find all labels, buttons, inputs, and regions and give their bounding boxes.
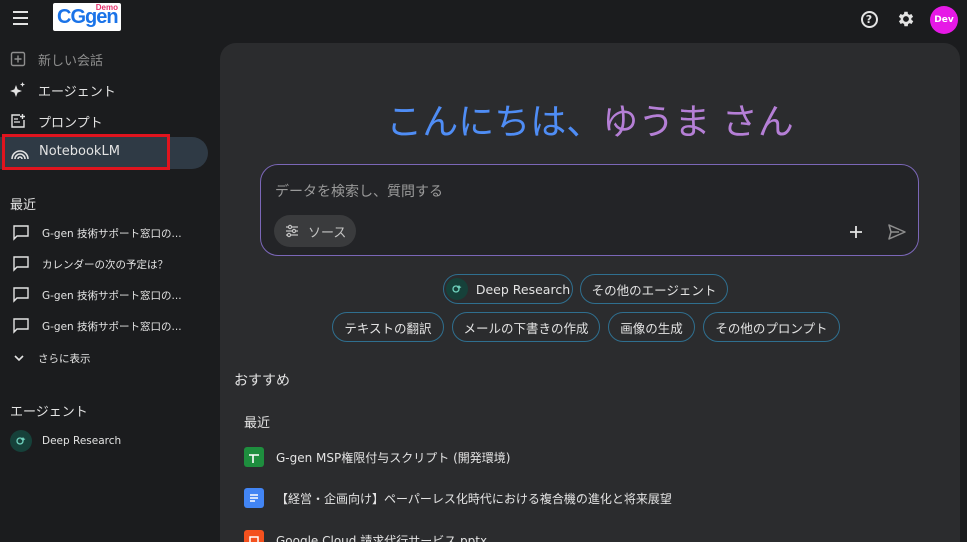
chip-deep-research[interactable]: Deep Research	[443, 274, 573, 304]
chat-icon	[13, 225, 29, 241]
main-panel: こんにちは、ゆうま さん ソース Deep Research その他のエージェン…	[220, 43, 960, 542]
chevron-down-icon	[14, 355, 24, 362]
agent-label: Deep Research	[42, 435, 122, 447]
agents-title: エージェント	[10, 405, 88, 420]
new-chat-button[interactable]: 新しい会話	[8, 45, 103, 73]
new-chat-icon	[8, 49, 28, 69]
help-icon[interactable]: ?	[858, 8, 880, 30]
source-label: ソース	[308, 225, 347, 241]
file-name: Google Cloud 請求代行サービス.pptx	[276, 533, 488, 542]
plus-icon[interactable]	[845, 221, 867, 243]
chat-title: カレンダーの次の予定は？	[42, 258, 168, 271]
tune-icon	[286, 224, 298, 238]
greeting: こんにちは、ゆうま さん	[220, 93, 960, 145]
logo[interactable]: CGgen Demo	[53, 3, 121, 31]
menu-icon[interactable]	[10, 8, 32, 28]
chip-label: 画像の生成	[620, 320, 683, 336]
chip-draft-email[interactable]: メールの下書きの作成	[452, 312, 600, 342]
deep-research-icon	[10, 430, 32, 452]
sidebar: 新しい会話 エージェント プロンプト NotebookLM 最近 G-gen 技…	[0, 40, 218, 542]
recent-chat-item[interactable]: G-gen 技術サポート窓口の...	[12, 283, 212, 307]
deep-research-icon	[445, 278, 468, 300]
chat-icon	[13, 256, 29, 272]
chip-label: Deep Research	[475, 281, 571, 297]
nav-label: プロンプト	[38, 115, 103, 131]
chat-title: G-gen 技術サポート窓口の...	[42, 227, 182, 240]
sparkle-icon	[8, 80, 28, 100]
greeting-name: ゆうま さん	[602, 102, 794, 143]
recommend-title: おすすめ	[234, 373, 290, 389]
show-more-label: さらに表示	[38, 352, 91, 365]
prompt-icon	[8, 111, 28, 131]
avatar[interactable]: Dev	[930, 6, 958, 34]
source-button[interactable]: ソース	[274, 215, 356, 247]
chip-translate[interactable]: テキストの翻訳	[332, 312, 444, 342]
docs-icon	[244, 488, 264, 508]
nav-label: エージェント	[38, 84, 116, 100]
send-icon[interactable]	[886, 221, 908, 243]
file-name: G-gen MSP権限付与スクリプト (開発環境)	[276, 450, 511, 465]
chip-generate-image[interactable]: 画像の生成	[608, 312, 695, 342]
recent-chat-item[interactable]: カレンダーの次の予定は？	[12, 252, 212, 276]
highlight-box	[2, 134, 170, 170]
chip-label: その他のエージェント	[591, 282, 717, 298]
chip-label: その他のプロンプト	[715, 320, 828, 336]
sidebar-agent-deep-research[interactable]: Deep Research	[10, 429, 121, 453]
chat-icon	[13, 287, 29, 303]
recent-chat-item[interactable]: G-gen 技術サポート窓口の...	[12, 314, 212, 338]
chip-other-prompts[interactable]: その他のプロンプト	[703, 312, 840, 342]
chip-label: テキストの翻訳	[344, 320, 432, 336]
sidebar-item-prompts[interactable]: プロンプト	[8, 107, 103, 135]
recent-file-item[interactable]: 【経営・企画向け】ペーパーレス化時代における複合機の進化と将来展望	[244, 486, 672, 510]
nav-label: 新しい会話	[38, 53, 104, 69]
recent-chat-item[interactable]: G-gen 技術サポート窓口の...	[12, 221, 212, 245]
greeting-hello: こんにちは、	[386, 102, 603, 143]
recent-file-item[interactable]: Google Cloud 請求代行サービス.pptx	[244, 528, 487, 542]
chat-title: G-gen 技術サポート窓口の...	[42, 289, 182, 302]
recent-title: 最近	[10, 198, 37, 213]
slides-icon	[244, 530, 264, 542]
chip-other-agents[interactable]: その他のエージェント	[580, 274, 728, 304]
chat-title: G-gen 技術サポート窓口の...	[42, 320, 182, 333]
show-more-button[interactable]: さらに表示	[12, 347, 91, 369]
top-bar: CGgen Demo ? Dev	[0, 0, 967, 38]
recent-file-item[interactable]: G-gen MSP権限付与スクリプト (開発環境)	[244, 445, 510, 469]
chat-icon	[13, 318, 29, 334]
gear-icon[interactable]	[895, 8, 917, 30]
prompt-box: ソース	[260, 164, 919, 256]
sidebar-item-agents[interactable]: エージェント	[8, 76, 116, 104]
logo-badge: Demo	[95, 3, 118, 12]
prompt-input[interactable]	[275, 179, 875, 205]
chip-label: メールの下書きの作成	[463, 320, 589, 336]
recent-files-title: 最近	[244, 416, 271, 431]
sheets-icon	[244, 447, 264, 467]
file-name: 【経営・企画向け】ペーパーレス化時代における複合機の進化と将来展望	[276, 491, 672, 506]
